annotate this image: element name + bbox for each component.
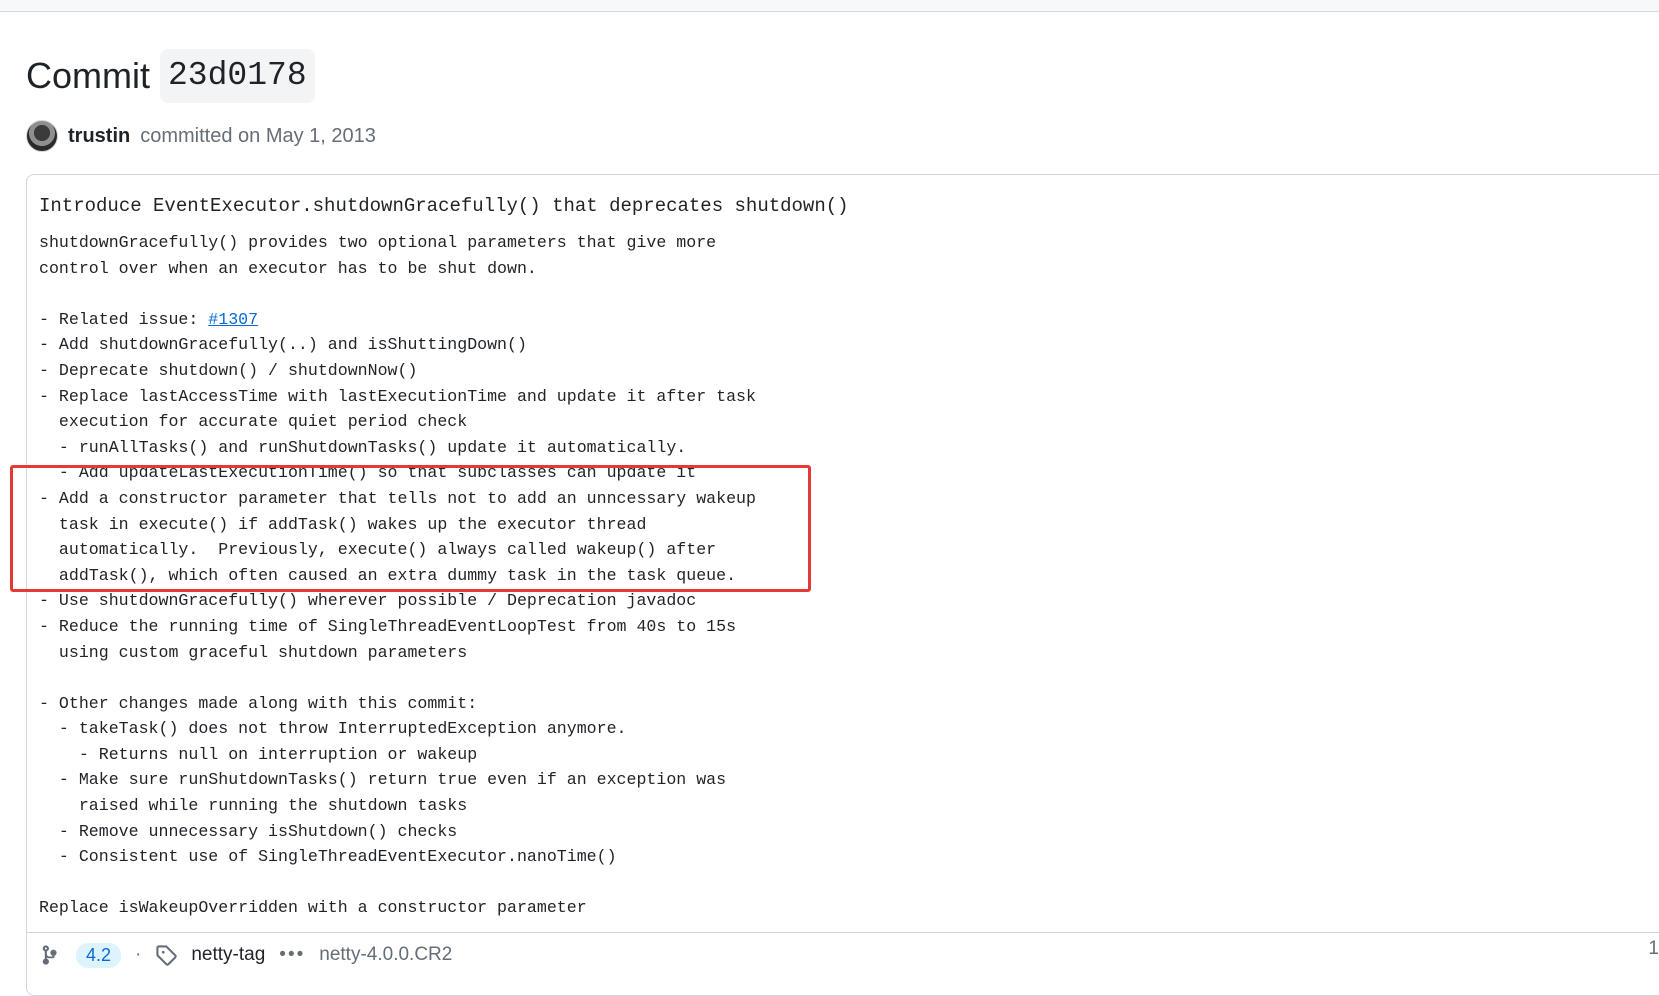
message-line: raised while running the shutdown tasks <box>39 796 468 816</box>
tag-link-last[interactable]: netty-4.0.0.CR2 <box>319 944 452 966</box>
commit-message: Introduce EventExecutor.shutdownGraceful… <box>39 190 849 921</box>
separator: · <box>135 944 142 965</box>
branch-pill[interactable]: 4.2 <box>76 942 122 968</box>
message-line: - takeTask() does not throw InterruptedE… <box>39 719 627 739</box>
author-link[interactable]: trustin <box>68 125 130 148</box>
message-line <box>39 665 849 691</box>
message-line: - Replace lastAccessTime with lastExecut… <box>39 386 756 406</box>
message-line: control over when an executor has to be … <box>39 258 537 278</box>
related-issue-label: - Related issue: <box>39 309 209 329</box>
message-line-related-issue: - Related issue: #1307 <box>39 307 849 333</box>
message-line: - Reduce the running time of SingleThrea… <box>39 616 737 636</box>
issue-link[interactable]: #1307 <box>208 310 258 329</box>
message-line: - runAllTasks() and runShutdownTasks() u… <box>39 437 687 457</box>
commit-headline: Introduce EventExecutor.shutdownGraceful… <box>39 195 849 217</box>
message-line: - Other changes made along with this com… <box>39 693 478 713</box>
message-line: - Make sure runShutdownTasks() return tr… <box>39 770 727 790</box>
committed-date: committed on May 1, 2013 <box>140 124 376 147</box>
tag-link-first[interactable]: netty-tag <box>191 944 265 966</box>
message-line: addTask(), which often caused an extra d… <box>39 565 737 585</box>
message-line: automatically. Previously, execute() alw… <box>39 540 717 560</box>
message-line: - Add a constructor parameter that tells… <box>39 488 756 508</box>
message-line <box>39 870 849 896</box>
commit-footer: 4.2 · netty-tag ••• netty-4.0.0.CR2 <box>26 932 1659 977</box>
message-line: - Deprecate shutdown() / shutdownNow() <box>39 360 418 380</box>
commit-byline: trustin committed on May 1, 2013 <box>26 120 376 152</box>
avatar[interactable] <box>26 120 58 152</box>
more-tags-dots[interactable]: ••• <box>279 944 305 966</box>
message-line: - Use shutdownGracefully() wherever poss… <box>39 591 697 611</box>
message-line: shutdownGracefully() provides two option… <box>39 233 717 252</box>
message-line: execution for accurate quiet period chec… <box>39 412 468 432</box>
message-line: - Remove unnecessary isShutdown() checks <box>39 821 458 841</box>
message-line: - Consistent use of SingleThreadEventExe… <box>39 847 617 867</box>
message-line: - Add shutdownGracefully(..) and isShutt… <box>39 335 527 355</box>
commit-sha[interactable]: 23d0178 <box>160 49 315 103</box>
page-title: Commit 23d0178 <box>26 48 315 104</box>
message-line: - Returns null on interruption or wakeup <box>39 744 478 764</box>
message-line <box>39 281 849 307</box>
message-line: using custom graceful shutdown parameter… <box>39 642 468 662</box>
parent-count: 1 <box>1648 938 1659 959</box>
branch-icon <box>42 945 57 965</box>
title-prefix: Commit <box>26 55 150 96</box>
message-line: task in execute() if addTask() wakes up … <box>39 514 647 534</box>
top-bar <box>0 0 1659 12</box>
message-line: Replace isWakeupOverridden with a constr… <box>39 898 587 918</box>
tag-icon <box>156 945 178 966</box>
message-line: - Add updateLastExecutionTime() so that … <box>39 463 697 483</box>
